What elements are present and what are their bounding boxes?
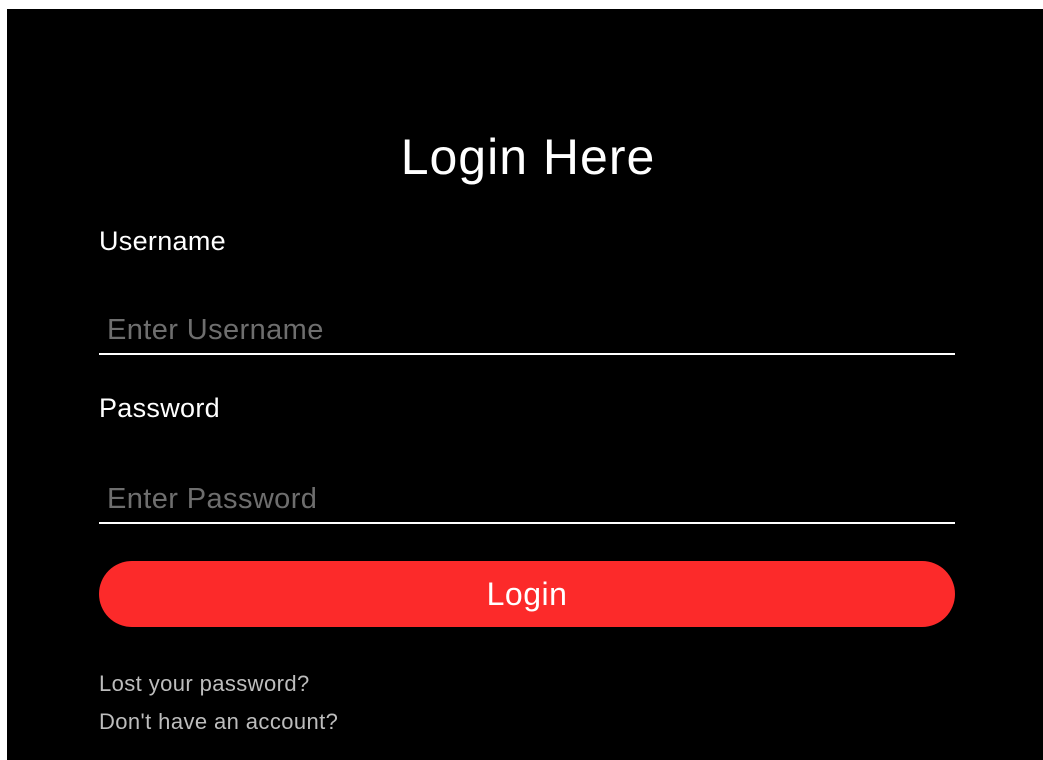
username-input[interactable] [99, 307, 955, 355]
username-label: Username [99, 226, 226, 256]
login-form: Login Here Username Password Login Lost … [99, 9, 957, 760]
password-input[interactable] [99, 476, 955, 524]
login-button[interactable]: Login [99, 561, 955, 627]
page-title: Login Here [400, 129, 656, 185]
register-link[interactable]: Don't have an account? [99, 709, 338, 735]
lost-password-link[interactable]: Lost your password? [99, 671, 310, 697]
login-screen: Login Here Username Password Login Lost … [7, 9, 1043, 760]
password-label: Password [99, 393, 220, 423]
